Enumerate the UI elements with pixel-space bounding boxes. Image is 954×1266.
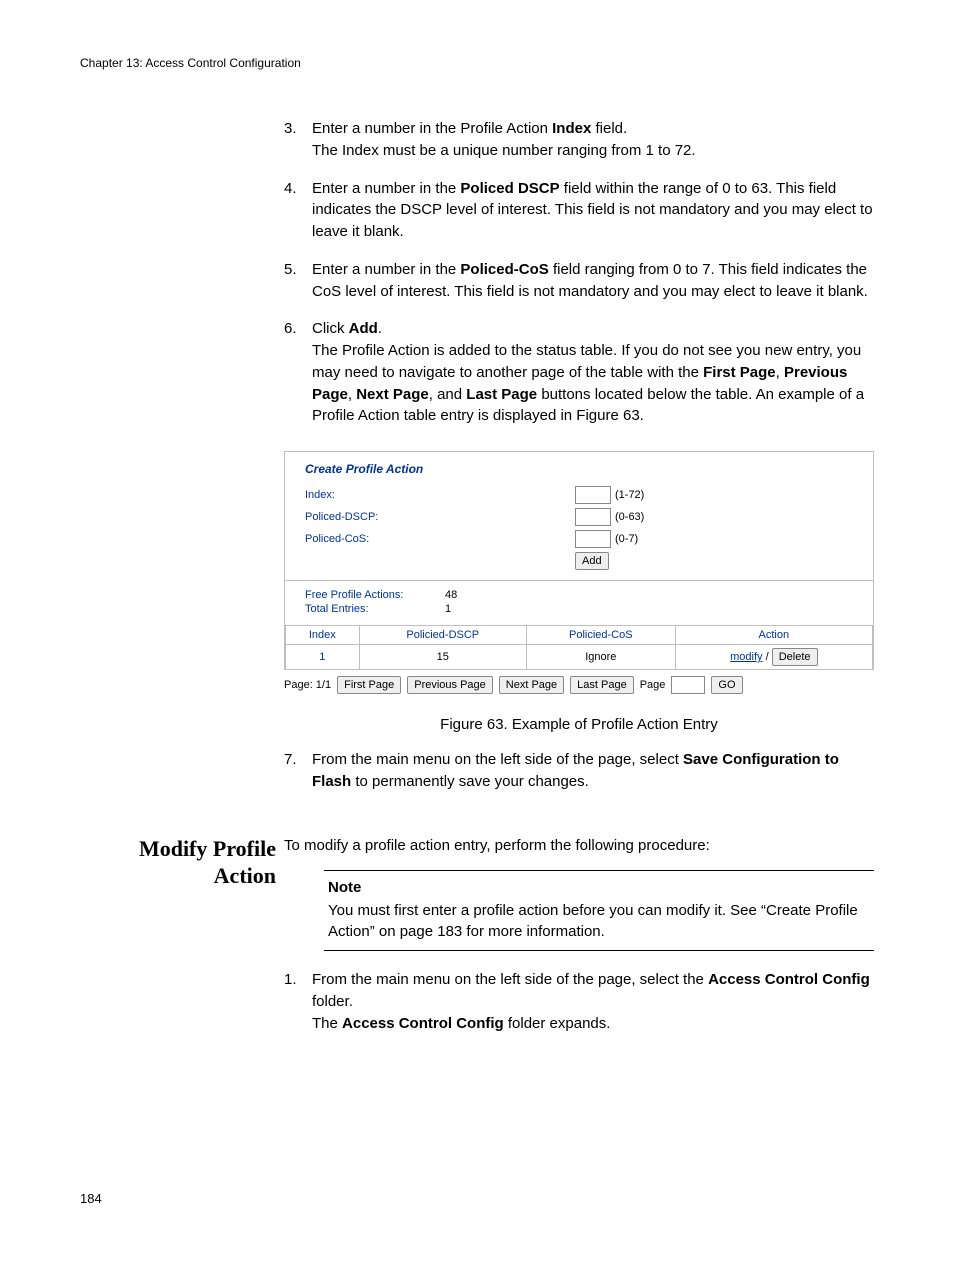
table-cell: 1 xyxy=(286,645,360,670)
figure-caption: Figure 63. Example of Profile Action Ent… xyxy=(284,716,874,733)
table-header: Action xyxy=(675,626,872,645)
delete-button[interactable]: Delete xyxy=(772,648,818,666)
modify-link[interactable]: modify xyxy=(730,651,762,663)
page-number: 184 xyxy=(80,1191,874,1206)
ordered-list-b: 7.From the main menu on the left side of… xyxy=(284,749,874,793)
form-input[interactable] xyxy=(575,486,611,504)
go-button[interactable]: GO xyxy=(711,676,742,694)
form-row: Policed-CoS: (0-7) xyxy=(305,530,859,548)
next-page-button[interactable]: Next Page xyxy=(499,676,564,694)
section-heading: Modify Profile Action xyxy=(80,835,276,890)
form-range: (1-72) xyxy=(615,489,644,501)
panel-title: Create Profile Action xyxy=(285,452,873,486)
chapter-header: Chapter 13: Access Control Configuration xyxy=(80,56,874,70)
stat-row: Total Entries:1 xyxy=(305,603,859,615)
list-number: 5. xyxy=(284,259,312,303)
page-word: Page xyxy=(640,679,666,691)
form-range: (0-63) xyxy=(615,511,644,523)
stat-value: 48 xyxy=(445,589,457,601)
form-label: Policed-CoS: xyxy=(305,533,575,545)
list-number: 4. xyxy=(284,178,312,243)
previous-page-button[interactable]: Previous Page xyxy=(407,676,493,694)
list-body: Click Add.The Profile Action is added to… xyxy=(312,318,874,427)
list-item: 6.Click Add.The Profile Action is added … xyxy=(284,318,874,427)
add-button[interactable]: Add xyxy=(575,552,609,570)
figure-63: Create Profile Action Index: (1-72) Police… xyxy=(284,451,874,694)
stat-label: Total Entries: xyxy=(305,603,445,615)
list-body: From the main menu on the left side of t… xyxy=(312,749,874,793)
last-page-button[interactable]: Last Page xyxy=(570,676,634,694)
list-item: 4.Enter a number in the Policed DSCP fie… xyxy=(284,178,874,243)
section-intro: To modify a profile action entry, perfor… xyxy=(284,835,874,857)
form-label: Index: xyxy=(305,489,575,501)
list-item: 1.From the main menu on the left side of… xyxy=(284,969,874,1034)
stat-value: 1 xyxy=(445,603,451,615)
stat-row: Free Profile Actions:48 xyxy=(305,589,859,601)
list-body: From the main menu on the left side of t… xyxy=(312,969,874,1034)
form-input[interactable] xyxy=(575,530,611,548)
table-header: Policied-DSCP xyxy=(359,626,526,645)
note-block: Note You must first enter a profile acti… xyxy=(324,870,874,951)
page-indicator: Page: 1/1 xyxy=(284,679,331,691)
profile-action-table: IndexPolicied-DSCPPolicied-CoSAction 115… xyxy=(285,625,873,670)
first-page-button[interactable]: First Page xyxy=(337,676,401,694)
list-body: Enter a number in the Policed-CoS field … xyxy=(312,259,874,303)
ordered-list-c: 1.From the main menu on the left side of… xyxy=(284,969,874,1034)
list-item: 3.Enter a number in the Profile Action I… xyxy=(284,118,874,162)
stat-label: Free Profile Actions: xyxy=(305,589,445,601)
form-row: Policed-DSCP: (0-63) xyxy=(305,508,859,526)
table-row: 115Ignoremodify / Delete xyxy=(286,645,873,670)
form-range: (0-7) xyxy=(615,533,638,545)
list-item: 5.Enter a number in the Policed-CoS fiel… xyxy=(284,259,874,303)
table-cell: 15 xyxy=(359,645,526,670)
table-header: Policied-CoS xyxy=(526,626,675,645)
page-input[interactable] xyxy=(671,676,705,694)
form-input[interactable] xyxy=(575,508,611,526)
list-number: 3. xyxy=(284,118,312,162)
form-label: Policed-DSCP: xyxy=(305,511,575,523)
list-body: Enter a number in the Profile Action Ind… xyxy=(312,118,874,162)
action-cell: modify / Delete xyxy=(675,645,872,670)
list-number: 7. xyxy=(284,749,312,793)
table-header: Index xyxy=(286,626,360,645)
ordered-list-a: 3.Enter a number in the Profile Action I… xyxy=(284,118,874,427)
list-item: 7.From the main menu on the left side of… xyxy=(284,749,874,793)
list-number: 6. xyxy=(284,318,312,427)
pager: Page: 1/1 First Page Previous Page Next … xyxy=(284,670,874,694)
table-cell: Ignore xyxy=(526,645,675,670)
note-body: You must first enter a profile action be… xyxy=(328,900,870,942)
form-row: Index: (1-72) xyxy=(305,486,859,504)
list-body: Enter a number in the Policed DSCP field… xyxy=(312,178,874,243)
list-number: 1. xyxy=(284,969,312,1034)
note-title: Note xyxy=(328,877,870,898)
